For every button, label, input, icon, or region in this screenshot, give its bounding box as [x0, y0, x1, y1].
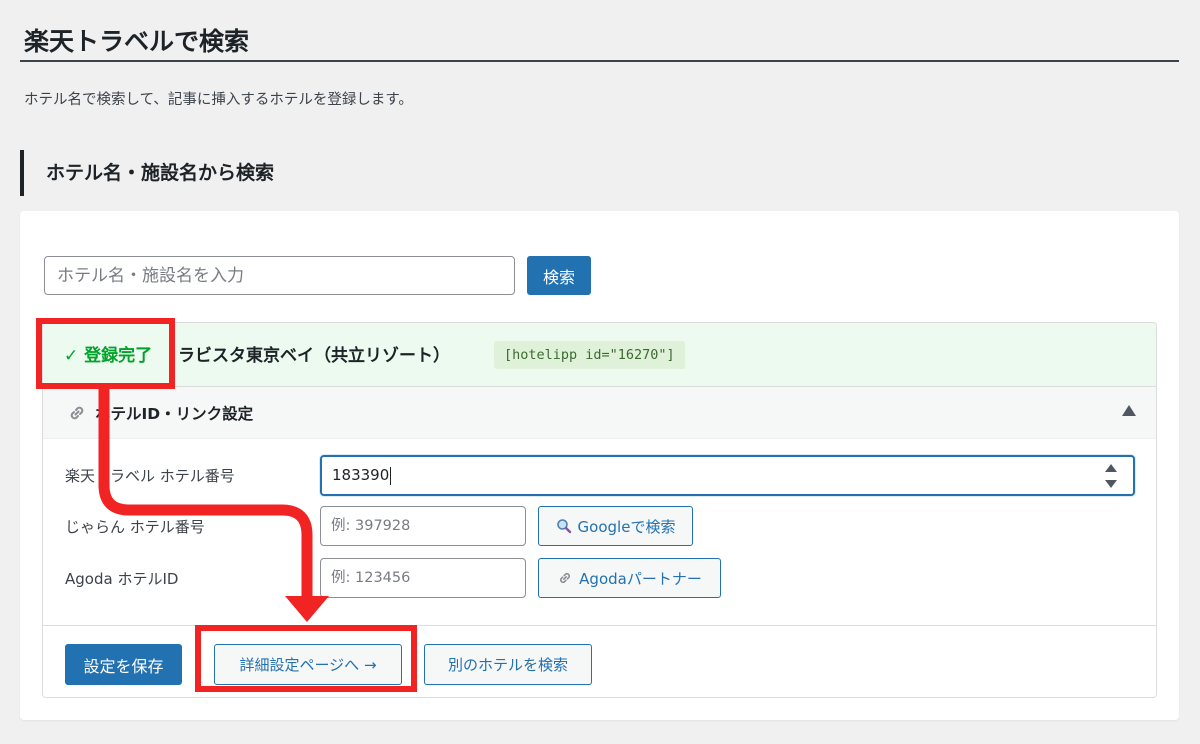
text-cursor	[390, 466, 392, 485]
jalan-hotel-number-input[interactable]	[320, 506, 526, 546]
link-icon	[70, 406, 84, 420]
spin-down-icon[interactable]	[1105, 480, 1117, 488]
section-heading: ホテル名・施設名から検索	[20, 150, 274, 196]
result-panel: ✓ 登録完了 ラビスタ東京ベイ（共立リゾート） [hotelipp id="16…	[42, 322, 1157, 698]
rakuten-hotel-number-value: 183390	[332, 466, 390, 484]
settings-accordion-header[interactable]: ホテルID・リンク設定	[43, 387, 1156, 439]
hotel-name: ラビスタ東京ベイ（共立リゾート）	[178, 346, 450, 366]
collapse-up-icon[interactable]	[1122, 405, 1136, 416]
spin-up-icon[interactable]	[1105, 464, 1117, 472]
agoda-hotel-id-label: Agoda ホテルID	[65, 570, 179, 588]
settings-footer: 設定を保存 詳細設定ページへ → 別のホテルを検索	[43, 625, 1156, 697]
shortcode-badge[interactable]: [hotelipp id="16270"]	[494, 341, 685, 369]
registration-status: ✓ 登録完了	[64, 346, 153, 366]
detail-settings-button[interactable]: 詳細設定ページへ →	[214, 644, 402, 685]
page-description: ホテル名で検索して、記事に挿入するホテルを登録します。	[24, 92, 413, 108]
hotel-search-input[interactable]	[44, 256, 515, 295]
result-header: ✓ 登録完了 ラビスタ東京ベイ（共立リゾート） [hotelipp id="16…	[43, 323, 1156, 387]
search-other-hotel-button[interactable]: 別のホテルを検索	[424, 644, 592, 685]
google-search-button[interactable]: Googleで検索	[538, 506, 693, 546]
settings-header-label: ホテルID・リンク設定	[95, 405, 254, 423]
rakuten-hotel-number-label: 楽天トラベル ホテル番号	[65, 467, 235, 485]
page-title: 楽天トラベルで検索	[24, 27, 250, 56]
save-settings-button[interactable]: 設定を保存	[65, 644, 182, 685]
title-divider	[20, 60, 1179, 62]
agoda-partner-label: Agodaパートナー	[579, 569, 702, 588]
agoda-hotel-id-input[interactable]	[320, 558, 526, 598]
magnifier-icon	[556, 519, 571, 534]
link-icon	[560, 572, 571, 584]
jalan-hotel-number-label: じゃらん ホテル番号	[65, 518, 205, 536]
rakuten-hotel-number-input[interactable]: 183390	[320, 455, 1135, 496]
google-search-label: Googleで検索	[577, 517, 676, 536]
search-button[interactable]: 検索	[527, 256, 591, 295]
agoda-partner-button[interactable]: Agodaパートナー	[538, 558, 721, 598]
